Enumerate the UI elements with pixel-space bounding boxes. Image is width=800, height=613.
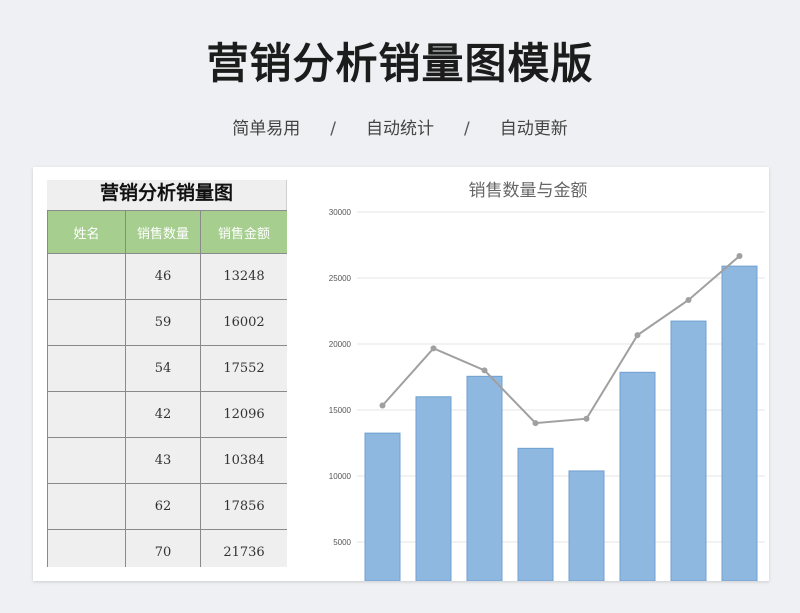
cell-name[interactable] [47, 253, 126, 300]
bar-amount [415, 396, 452, 581]
table-row: 46 13248 [47, 253, 287, 300]
table-row: 59 16002 [47, 299, 287, 346]
header-amount: 销售金额 [200, 210, 287, 254]
line-point [736, 252, 743, 259]
header-qty: 销售数量 [125, 210, 201, 254]
cell-amount[interactable]: 12096 [200, 391, 287, 438]
cell-qty[interactable]: 43 [125, 437, 201, 484]
left-tick-label: 15000 [329, 406, 352, 415]
left-tick-label: 25000 [329, 274, 352, 283]
tag-separator: / [330, 119, 336, 139]
cell-amount[interactable]: 21736 [200, 529, 287, 567]
cell-name[interactable] [47, 483, 126, 530]
cell-name[interactable] [47, 391, 126, 438]
cell-amount[interactable]: 13248 [200, 253, 287, 300]
line-point [430, 345, 437, 352]
line-point [379, 402, 386, 409]
cell-qty[interactable]: 42 [125, 391, 201, 438]
line-point [481, 367, 488, 374]
sales-table: 姓名 销售数量 销售金额 46 13248 59 16002 54 17552 … [47, 210, 287, 567]
cell-amount[interactable]: 17856 [200, 483, 287, 530]
line-point [583, 415, 590, 422]
cell-qty[interactable]: 62 [125, 483, 201, 530]
sales-sheet: 营销分析销量图 姓名 销售数量 销售金额 46 13248 59 16002 5… [47, 180, 287, 567]
tag-auto-update: 自动更新 [499, 119, 568, 139]
table-row: 43 10384 [47, 437, 287, 484]
bar-amount [619, 371, 656, 581]
bar-amount [568, 470, 605, 581]
chart-svg: 3000025000200001500010000500090807060504… [329, 208, 765, 581]
tag-separator: / [464, 119, 470, 139]
cell-name[interactable] [47, 529, 126, 567]
cell-amount[interactable]: 10384 [200, 437, 287, 484]
cell-name[interactable] [47, 345, 126, 392]
tag-easy: 简单易用 [232, 119, 301, 139]
bar-amount [721, 265, 758, 581]
line-point [685, 296, 692, 303]
sheet-title: 营销分析销量图 [47, 180, 287, 210]
page-title: 营销分析销量图模版 [206, 39, 594, 88]
preview-card: 营销分析销量图 姓名 销售数量 销售金额 46 13248 59 16002 5… [33, 167, 769, 581]
line-point [532, 420, 539, 427]
bar-amount [517, 447, 554, 581]
table-row: 42 12096 [47, 391, 287, 438]
cell-name[interactable] [47, 299, 126, 346]
sales-chart: 销售数量与金额 30000250002000015000100005000908… [287, 167, 769, 581]
table-row: 70 21736 [47, 529, 287, 567]
bar-amount [364, 432, 401, 581]
left-tick-label: 30000 [329, 208, 352, 217]
left-tick-label: 10000 [329, 472, 352, 481]
cell-amount[interactable]: 17552 [200, 345, 287, 392]
table-row: 62 17856 [47, 483, 287, 530]
cell-qty[interactable]: 70 [125, 529, 201, 567]
header-name: 姓名 [47, 210, 126, 254]
tag-auto-stats: 自动统计 [366, 119, 434, 139]
left-tick-label: 5000 [333, 538, 351, 547]
cell-name[interactable] [47, 437, 126, 484]
line-point [634, 332, 641, 339]
cell-amount[interactable]: 16002 [200, 299, 287, 346]
bar-amount [466, 375, 503, 581]
table-header-row: 姓名 销售数量 销售金额 [47, 210, 287, 254]
bar-amount [670, 320, 707, 581]
left-tick-label: 20000 [329, 340, 352, 349]
cell-qty[interactable]: 46 [125, 253, 201, 300]
cell-qty[interactable]: 54 [125, 345, 201, 392]
feature-tags: 简单易用 / 自动统计 / 自动更新 [0, 114, 800, 139]
table-row: 54 17552 [47, 345, 287, 392]
cell-qty[interactable]: 59 [125, 299, 201, 346]
